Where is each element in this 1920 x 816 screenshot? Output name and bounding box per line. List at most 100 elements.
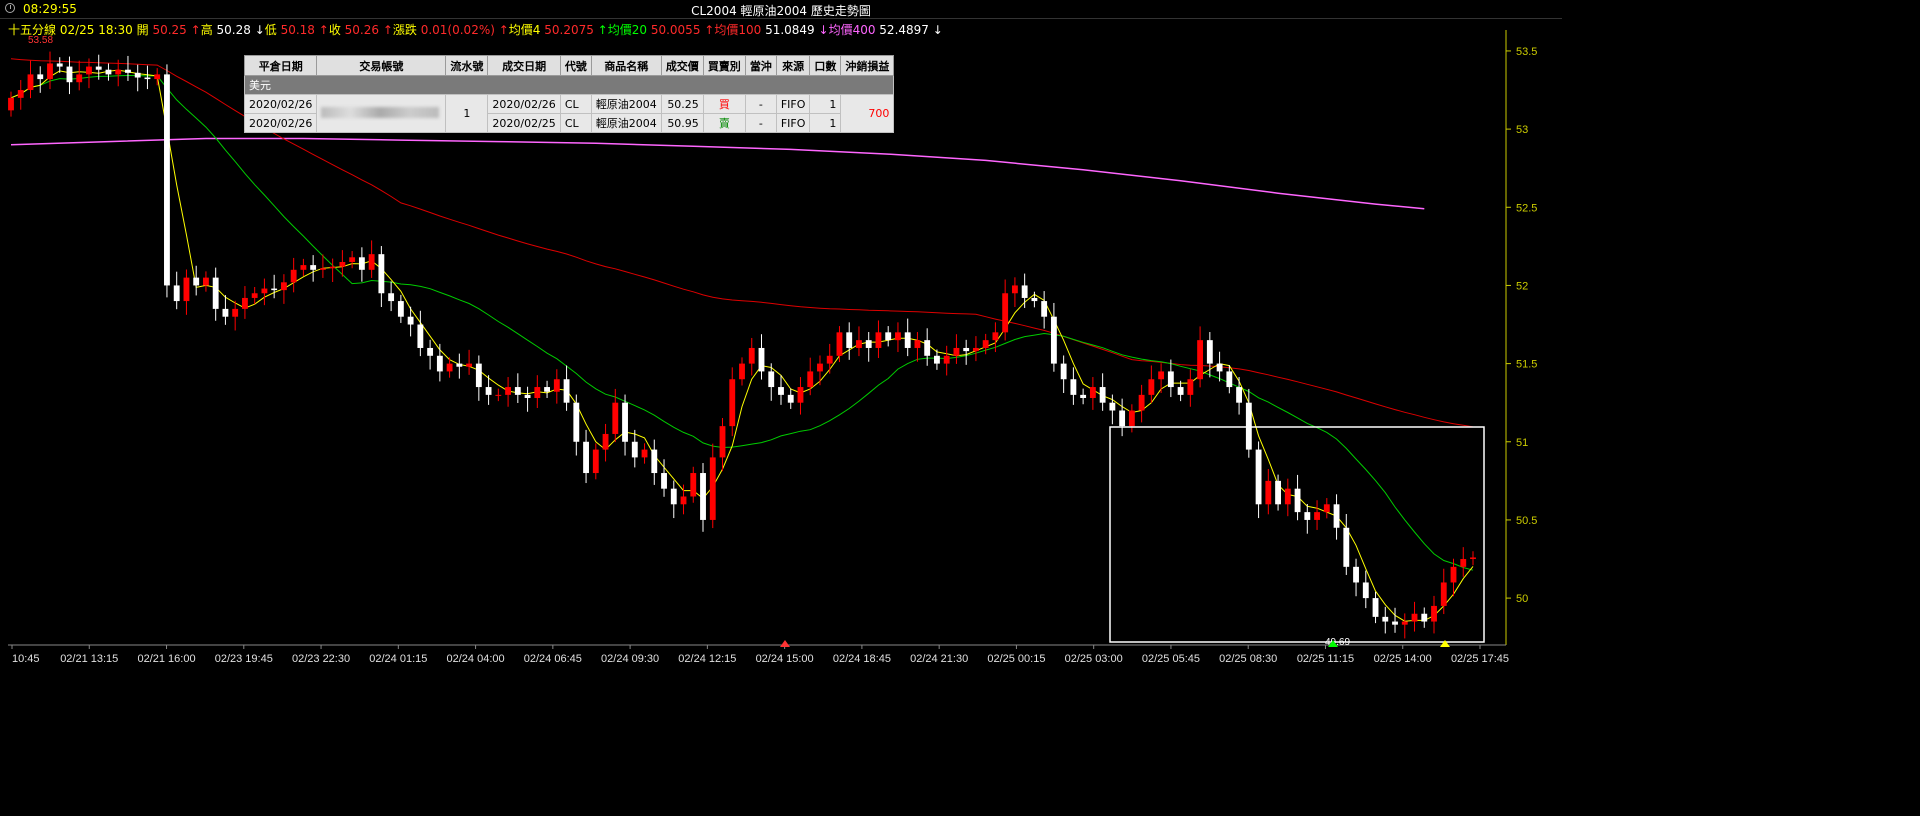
redacted-account	[321, 106, 440, 118]
candle-body	[690, 473, 697, 497]
serial-cell: 1	[445, 94, 489, 133]
table-row[interactable]: 2020/02/26 1 2020/02/26 CL 輕原油2004 50.25…	[243, 94, 895, 133]
candle-body	[310, 265, 317, 270]
col-close-date[interactable]: 平倉日期	[243, 55, 318, 76]
candle-body	[495, 394, 502, 396]
trade-table-header: 平倉日期 交易帳號 流水號 成交日期 代號 商品名稱 成交價 買賣別 當沖 來源…	[243, 55, 895, 76]
candle-body	[807, 371, 814, 388]
candle-body	[612, 402, 619, 434]
y-tick-label: 50.5	[1516, 515, 1537, 527]
price-cell: 50.95	[660, 113, 704, 133]
candle-body	[1167, 371, 1174, 388]
col-side[interactable]: 買賣別	[702, 55, 746, 76]
x-tick-label: 02/25 11:15	[1297, 653, 1354, 665]
col-serial[interactable]: 流水號	[445, 55, 489, 76]
col-qty[interactable]: 口數	[809, 55, 842, 76]
col-account[interactable]: 交易帳號	[316, 55, 447, 76]
col-source[interactable]: 來源	[775, 55, 811, 76]
candle-body	[778, 387, 784, 395]
candle-body	[1070, 379, 1077, 395]
candle-body	[1275, 480, 1281, 505]
candle-body	[8, 97, 14, 111]
candle-body	[466, 363, 473, 367]
candle-body	[602, 433, 609, 450]
candle-body	[1021, 285, 1028, 298]
candle-body	[271, 288, 278, 291]
candle-body	[1002, 293, 1009, 333]
col-symbol[interactable]: 代號	[559, 55, 592, 76]
candle-body	[641, 449, 648, 458]
col-price[interactable]: 成交價	[660, 55, 704, 76]
candle-body	[1216, 363, 1223, 372]
y-tick-label: 52	[1516, 280, 1528, 292]
candle-body	[1226, 371, 1233, 388]
candle-body	[329, 266, 336, 269]
currency-group-row[interactable]: 美元	[243, 75, 895, 95]
x-tick-label: 02/24 12:15	[678, 653, 736, 665]
candle-body	[222, 308, 229, 317]
candle-body	[456, 363, 463, 367]
source-cell: FIFO	[775, 94, 811, 114]
candle-body	[972, 347, 979, 352]
candle-body	[514, 387, 521, 395]
trade-date-cell: 2020/02/26	[487, 94, 561, 114]
candle-body	[66, 66, 73, 83]
qty-cell: 1	[809, 94, 842, 114]
candle-body	[1304, 512, 1311, 520]
candle-body	[817, 363, 823, 372]
candle-body	[1187, 379, 1194, 395]
x-tick-label: 02/25 00:15	[987, 653, 1045, 665]
candle-body	[1089, 387, 1096, 398]
candle-body	[1041, 301, 1048, 317]
candle-body	[173, 285, 180, 302]
col-product-name[interactable]: 商品名稱	[590, 55, 662, 76]
candle-body	[709, 457, 716, 520]
candle-body	[251, 293, 258, 298]
highlight-box	[1109, 426, 1485, 643]
daytrade-cell: -	[744, 94, 777, 114]
candle-body	[47, 63, 53, 80]
x-tick-label: 02/24 18:45	[833, 653, 891, 665]
candle-body	[368, 254, 375, 270]
x-tick-label: 02/24 09:30	[601, 653, 659, 665]
candle-body	[700, 473, 706, 520]
high-price-label: 53.58	[28, 35, 53, 46]
y-tick-label: 51	[1516, 437, 1528, 449]
candle-body	[953, 347, 960, 356]
candle-body	[992, 332, 999, 341]
col-trade-date[interactable]: 成交日期	[487, 55, 561, 76]
candle-body	[1401, 621, 1408, 625]
x-tick-label: 02/25 03:00	[1065, 653, 1123, 665]
candle-body	[875, 332, 882, 348]
candle-body	[1255, 449, 1262, 505]
y-tick-label: 53.5	[1516, 46, 1537, 58]
candle-body	[573, 402, 580, 442]
candle-body	[583, 441, 589, 474]
candle-body	[1197, 340, 1204, 380]
candle-body	[388, 293, 395, 302]
candle-body	[1411, 613, 1418, 622]
x-tick-label: 02/23 19:45	[215, 653, 273, 665]
x-tick-label: 02/24 21:30	[910, 653, 968, 665]
candle-body	[768, 371, 775, 388]
candle-body	[1109, 402, 1116, 411]
candle-body	[1362, 582, 1369, 599]
currency-group-label: 美元	[243, 75, 895, 95]
x-tick-label: 02/25 08:30	[1219, 653, 1277, 665]
candle-body	[826, 355, 833, 364]
candle-body	[290, 269, 297, 283]
candle-body	[797, 387, 804, 403]
candle-body	[1450, 566, 1457, 583]
candle-body	[1284, 488, 1291, 505]
candle-body	[1382, 616, 1389, 622]
candle-body	[924, 340, 931, 356]
col-daytrade[interactable]: 當沖	[744, 55, 777, 76]
col-pnl[interactable]: 沖銷損益	[840, 55, 895, 76]
candle-body	[661, 473, 667, 489]
x-tick-label: 02/24 04:00	[447, 653, 505, 665]
candle-body	[1353, 566, 1359, 583]
candle-body	[95, 66, 102, 70]
candle-body	[319, 268, 326, 270]
candle-body	[729, 379, 736, 427]
candle-body	[241, 297, 248, 309]
